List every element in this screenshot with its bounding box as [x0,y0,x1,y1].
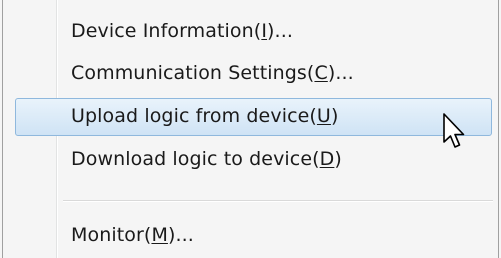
menu-separator-highlight [63,201,493,202]
menu-item-label: Monitor(M)... [71,224,194,246]
arrow-pointer-icon [443,113,465,148]
menu-item-label: Communication Settings(C)... [71,62,354,84]
menu-item-label: Download logic to device(D) [71,148,342,170]
menu-item-device-information[interactable]: Device Information(I)... [15,13,492,51]
menu-item-label: Upload logic from device(U) [71,105,339,127]
menu-right-border [498,0,499,258]
mnemonic-key: M [151,224,168,246]
mnemonic-key: C [314,62,328,84]
mnemonic-key: D [319,148,335,170]
menu-item-label: Device Information(I)... [71,20,293,42]
menu-item-upload-logic[interactable]: Upload logic from device(U) [15,98,492,136]
menu-item-download-logic[interactable]: Download logic to device(D) [15,141,492,179]
mnemonic-key: U [316,105,331,127]
context-menu: Device Information(I)... Communication S… [0,0,501,258]
menu-item-monitor[interactable]: Monitor(M)... [15,217,492,255]
menu-item-communication-settings[interactable]: Communication Settings(C)... [15,55,492,93]
